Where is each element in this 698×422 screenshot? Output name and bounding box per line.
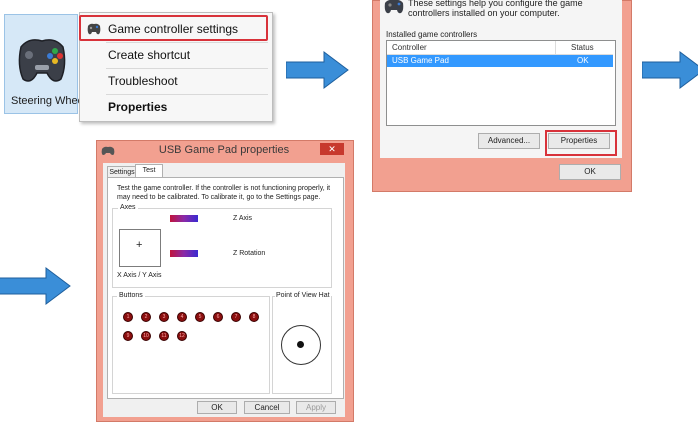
menu-item-label: Troubleshoot: [108, 74, 178, 88]
dialog-description: These settings help you configure the ga…: [408, 0, 583, 18]
gamepad-icon: [384, 0, 404, 14]
right-arrow-icon: [642, 51, 698, 89]
gamepad-button-indicator: 12: [177, 331, 187, 341]
gamepad-button-indicator: 10: [141, 331, 151, 341]
steering-wheel-shortcut[interactable]: Steering Wheel: [4, 14, 86, 114]
ok-button[interactable]: OK: [559, 164, 621, 180]
highlight-box: [79, 15, 268, 41]
menu-item-label: Properties: [108, 100, 168, 114]
pov-hat-label: Point of View Hat: [275, 292, 331, 299]
buttons-group-label: Buttons: [117, 292, 145, 299]
column-header-status[interactable]: Status: [571, 43, 594, 52]
menu-item-troubleshoot[interactable]: Troubleshoot: [80, 69, 272, 93]
right-arrow-icon: [0, 267, 71, 305]
menu-item-label: Create shortcut: [108, 48, 191, 62]
gamepad-button-indicator: 1: [123, 312, 133, 322]
gamepad-button-indicator: 7: [231, 312, 241, 322]
close-button[interactable]: ✕: [320, 143, 344, 155]
controller-name: USB Game Pad: [392, 56, 449, 65]
advanced-button[interactable]: Advanced...: [478, 133, 540, 149]
tab-test[interactable]: Test: [135, 164, 163, 178]
cancel-button[interactable]: Cancel: [244, 401, 290, 414]
z-axis-label: Z Axis: [233, 215, 253, 222]
shortcut-label: Steering Wheel: [11, 95, 87, 107]
z-axis-bar: [170, 215, 198, 222]
menu-item-create-shortcut[interactable]: Create shortcut: [80, 43, 272, 67]
gamepad-button-indicator: 9: [123, 331, 133, 341]
apply-button[interactable]: Apply: [296, 401, 336, 414]
gamepad-button-indicator: 6: [213, 312, 223, 322]
highlight-box: [545, 130, 617, 156]
column-divider: [555, 41, 556, 54]
pov-hat-indicator: [297, 341, 304, 348]
test-description: Test the game controller. If the control…: [117, 185, 331, 201]
gamepad-icon: [18, 39, 66, 82]
axes-group-label: Axes: [118, 204, 138, 211]
gamepad-button-indicator: 4: [177, 312, 187, 322]
right-arrow-icon: [286, 51, 349, 89]
gamepad-button-indicator: 3: [159, 312, 169, 322]
gamepad-button-indicator: 2: [141, 312, 151, 322]
dialog-title: USB Game Pad properties: [158, 144, 290, 156]
z-rotation-label: Z Rotation: [233, 250, 266, 257]
gamepad-button-indicator: 8: [249, 312, 259, 322]
menu-item-properties[interactable]: Properties: [80, 95, 272, 119]
crosshair: +: [136, 239, 143, 251]
xy-axis-label: X Axis / Y Axis: [117, 272, 162, 279]
column-header-controller[interactable]: Controller: [392, 43, 427, 52]
z-rotation-bar: [170, 250, 198, 257]
gamepad-button-indicator: 11: [159, 331, 169, 341]
ok-button[interactable]: OK: [197, 401, 237, 414]
installed-controllers-label: Installed game controllers: [386, 30, 478, 39]
gamepad-button-indicator: 5: [195, 312, 205, 322]
buttons-group: [112, 296, 270, 394]
controller-status: OK: [577, 56, 589, 65]
